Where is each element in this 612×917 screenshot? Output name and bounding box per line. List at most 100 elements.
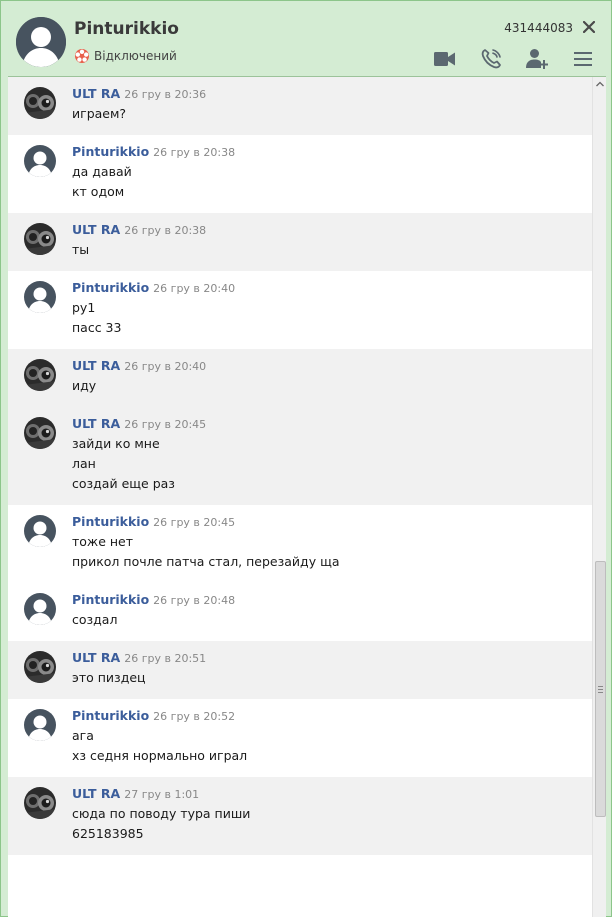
message-timestamp: 26 гру в 20:45 [153,516,236,529]
message-row: Pinturikkio 26 гру в 20:52 ага хз седня нор… [8,699,592,777]
message-author[interactable]: ULT RA [72,650,120,665]
message-text: лан [72,456,96,471]
message-text: пасс 33 [72,320,122,335]
scrollbar[interactable] [592,77,606,917]
message-avatar[interactable] [24,651,56,683]
message-timestamp: 26 гру в 20:36 [124,88,207,101]
add-contact-button[interactable] [514,45,560,73]
message-text: прикол почле патча стал, перезайду ща [72,554,340,569]
message-avatar[interactable] [24,417,56,449]
menu-icon [574,52,592,66]
message-meta: Pinturikkio 26 гру в 20:38 [72,144,592,162]
message-row: ULT RA 26 гру в 20:45 зайди ко мне лан созда… [8,407,592,505]
message-text: да давай [72,164,132,179]
message-text: создай еще раз [72,476,175,491]
message-avatar[interactable] [24,593,56,625]
default-avatar-icon [16,17,66,67]
message-author[interactable]: ULT RA [72,86,120,101]
message-row: ULT RA 26 гру в 20:36 играем? [8,77,592,135]
message-timestamp: 26 гру в 20:48 [153,594,236,607]
message-list[interactable]: ULT RA 26 гру в 20:36 играем? Pinturikkio 26… [8,77,592,917]
scroll-up-button[interactable] [593,77,607,91]
message-text: ты [72,242,90,257]
message-text: зайди ко мне [72,436,160,451]
scroll-thumb[interactable] [595,561,606,817]
message-avatar[interactable] [24,515,56,547]
message-meta: Pinturikkio 26 гру в 20:48 [72,592,592,610]
message-text: иду [72,378,97,393]
message-text: играем? [72,106,127,121]
contact-name[interactable]: Pinturikkio [74,19,179,39]
message-row: ULT RA 26 гру в 20:40 иду [8,349,592,407]
chat-toolbar [422,45,606,73]
user-photo-avatar [24,359,56,391]
message-row: ULT RA 27 гру в 1:01 сюда по поводу тура п… [8,777,592,855]
user-photo-avatar [24,651,56,683]
message-author[interactable]: ULT RA [72,416,120,431]
user-photo-avatar [24,787,56,819]
message-meta: ULT RA 26 гру в 20:38 [72,222,592,240]
default-avatar-icon [24,145,56,177]
message-author[interactable]: ULT RA [72,786,120,801]
message-text: тоже нет [72,534,133,549]
message-row: ULT RA 26 гру в 20:38 ты [8,213,592,271]
message-timestamp: 26 гру в 20:51 [124,652,207,665]
message-avatar[interactable] [24,281,56,313]
scroll-grip [598,686,603,693]
contact-avatar[interactable] [16,17,66,67]
message-meta: Pinturikkio 26 гру в 20:52 [72,708,592,726]
chat-window: Pinturikkio Відключений 431444083 ULT RA… [0,0,612,917]
message-avatar[interactable] [24,87,56,119]
message-avatar[interactable] [24,223,56,255]
message-meta: ULT RA 26 гру в 20:36 [72,86,592,104]
voice-call-icon [481,49,501,69]
default-avatar-icon [24,515,56,547]
message-author[interactable]: ULT RA [72,358,120,373]
close-icon [583,21,595,33]
message-row: Pinturikkio 26 гру в 20:40 ру1 пасс 33 [8,271,592,349]
message-author[interactable]: Pinturikkio [72,144,149,159]
message-author[interactable]: Pinturikkio [72,280,149,295]
offline-status-icon [75,49,89,63]
message-text: это пиздец [72,670,146,685]
message-timestamp: 26 гру в 20:40 [124,360,207,373]
message-row: Pinturikkio 26 гру в 20:38 да давай кт одом [8,135,592,213]
message-author[interactable]: Pinturikkio [72,514,149,529]
voice-call-button[interactable] [468,45,514,73]
message-timestamp: 26 гру в 20:38 [153,146,236,159]
status-text: Відключений [94,49,177,63]
message-avatar[interactable] [24,709,56,741]
message-row: Pinturikkio 26 гру в 20:45 тоже нет прикол … [8,505,592,583]
message-text: создал [72,612,118,627]
add-contact-icon [526,49,548,69]
default-avatar-icon [24,281,56,313]
chevron-up-icon [596,81,604,87]
video-call-button[interactable] [422,45,468,73]
video-call-icon [434,52,455,66]
message-meta: ULT RA 26 гру в 20:40 [72,358,592,376]
message-text: ага [72,728,94,743]
message-timestamp: 27 гру в 1:01 [124,788,200,801]
message-text: кт одом [72,184,125,199]
message-timestamp: 26 гру в 20:38 [124,224,207,237]
message-text: хз седня нормально играл [72,748,248,763]
message-text: 625183985 [72,826,144,841]
message-author[interactable]: Pinturikkio [72,708,149,723]
user-photo-avatar [24,417,56,449]
message-meta: Pinturikkio 26 гру в 20:45 [72,514,592,532]
message-avatar[interactable] [24,787,56,819]
contact-id: 431444083 [504,21,573,35]
message-avatar[interactable] [24,145,56,177]
close-button[interactable] [581,19,597,35]
message-avatar[interactable] [24,359,56,391]
chat-header: Pinturikkio Відключений 431444083 [8,9,606,76]
message-meta: ULT RA 27 гру в 1:01 [72,786,592,804]
default-avatar-icon [24,593,56,625]
message-author[interactable]: Pinturikkio [72,592,149,607]
message-row: Pinturikkio 26 гру в 20:48 создал [8,583,592,641]
message-meta: Pinturikkio 26 гру в 20:40 [72,280,592,298]
menu-button[interactable] [560,45,606,73]
message-row: ULT RA 26 гру в 20:51 это пиздец [8,641,592,699]
user-photo-avatar [24,223,56,255]
message-author[interactable]: ULT RA [72,222,120,237]
